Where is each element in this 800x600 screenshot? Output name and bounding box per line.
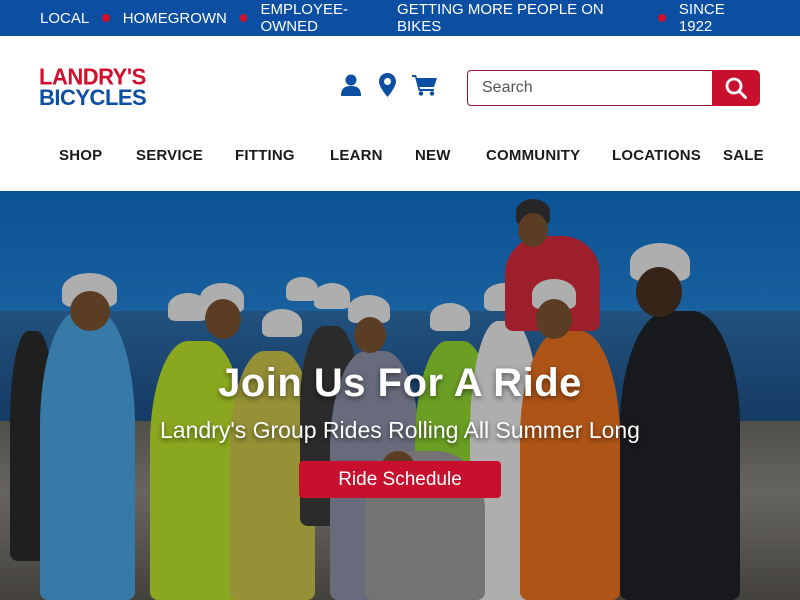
topbar-homegrown: HOMEGROWN: [122, 9, 227, 27]
hero-banner: Join Us For A Ride Landry's Group Rides …: [0, 191, 800, 600]
nav-item-fitting[interactable]: FITTING: [235, 146, 295, 166]
nav-item-learn[interactable]: LEARN: [330, 146, 383, 166]
search-icon: [725, 77, 747, 99]
nav-item-service[interactable]: SERVICE: [136, 146, 203, 166]
topbar-since: SINCE 1922: [678, 1, 725, 35]
nav-item-community[interactable]: COMMUNITY: [486, 146, 580, 166]
main-navigation: SHOP SERVICE FITTING LEARN NEW COMMUNITY…: [0, 146, 800, 186]
hero-title: Join Us For A Ride: [218, 361, 582, 405]
topbar-local: LOCAL: [40, 9, 90, 27]
location-pin-icon[interactable]: [375, 72, 399, 98]
site-logo[interactable]: LANDRY'S BICYCLES: [39, 63, 164, 110]
separator-dot: [239, 14, 248, 22]
topbar-left: LOCAL HOMEGROWN EMPLOYEE-OWNED: [40, 1, 397, 35]
topbar-employee-owned: EMPLOYEE-OWNED: [260, 1, 348, 35]
separator-dot: [102, 14, 110, 22]
cart-icon[interactable]: [411, 72, 439, 98]
nav-item-shop[interactable]: SHOP: [59, 146, 102, 166]
hero-subtitle: Landry's Group Rides Rolling All Summer …: [160, 417, 640, 443]
ride-schedule-button[interactable]: Ride Schedule: [299, 461, 501, 498]
nav-item-sale[interactable]: SALE: [723, 146, 764, 166]
nav-item-new[interactable]: NEW: [415, 146, 451, 166]
topbar-tagline: GETTING MORE PEOPLE ON BIKES: [397, 1, 604, 35]
search-input[interactable]: [467, 70, 712, 106]
separator-dot: [658, 14, 666, 22]
logo-line-1: LANDRY'S: [39, 63, 146, 90]
search-bar: [467, 70, 760, 106]
account-icon[interactable]: [339, 72, 363, 98]
topbar-right: GETTING MORE PEOPLE ON BIKES SINCE 1922: [397, 1, 760, 35]
search-button[interactable]: [712, 70, 760, 106]
logo-line-2: BICYCLES: [39, 85, 147, 110]
header-icons: [339, 72, 451, 98]
announcement-bar: LOCAL HOMEGROWN EMPLOYEE-OWNED GETTING M…: [0, 0, 800, 36]
site-header: LANDRY'S BICYCLES SHOP SERVICE FITTING L…: [0, 36, 800, 191]
nav-item-locations[interactable]: LOCATIONS: [612, 146, 701, 166]
